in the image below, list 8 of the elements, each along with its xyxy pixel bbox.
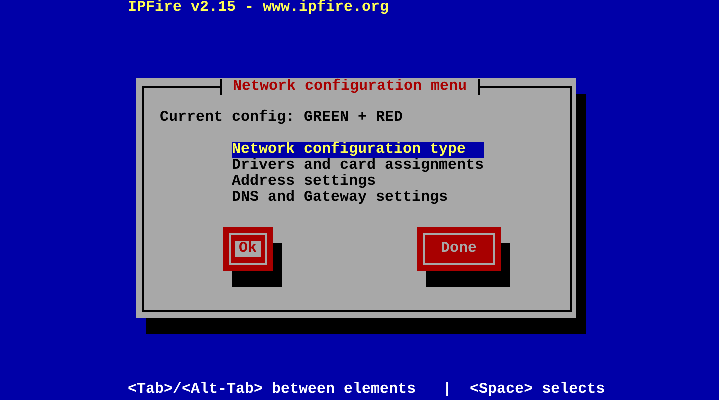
menu-item[interactable]: Network configuration type xyxy=(232,142,484,158)
menu-item[interactable]: Drivers and card assignments xyxy=(232,158,484,174)
menu-item[interactable]: Address settings xyxy=(232,174,484,190)
status-text: <Tab>/<Alt-Tab> between elements | <Space> selects xyxy=(128,382,606,398)
current-config-text: Current config: GREEN + RED xyxy=(160,110,404,126)
header-title: IPFire v2.15 - www.ipfire.org xyxy=(128,0,390,16)
dialog-title: Network configuration menu xyxy=(220,79,480,95)
menu-item[interactable]: DNS and Gateway settings xyxy=(232,190,484,206)
